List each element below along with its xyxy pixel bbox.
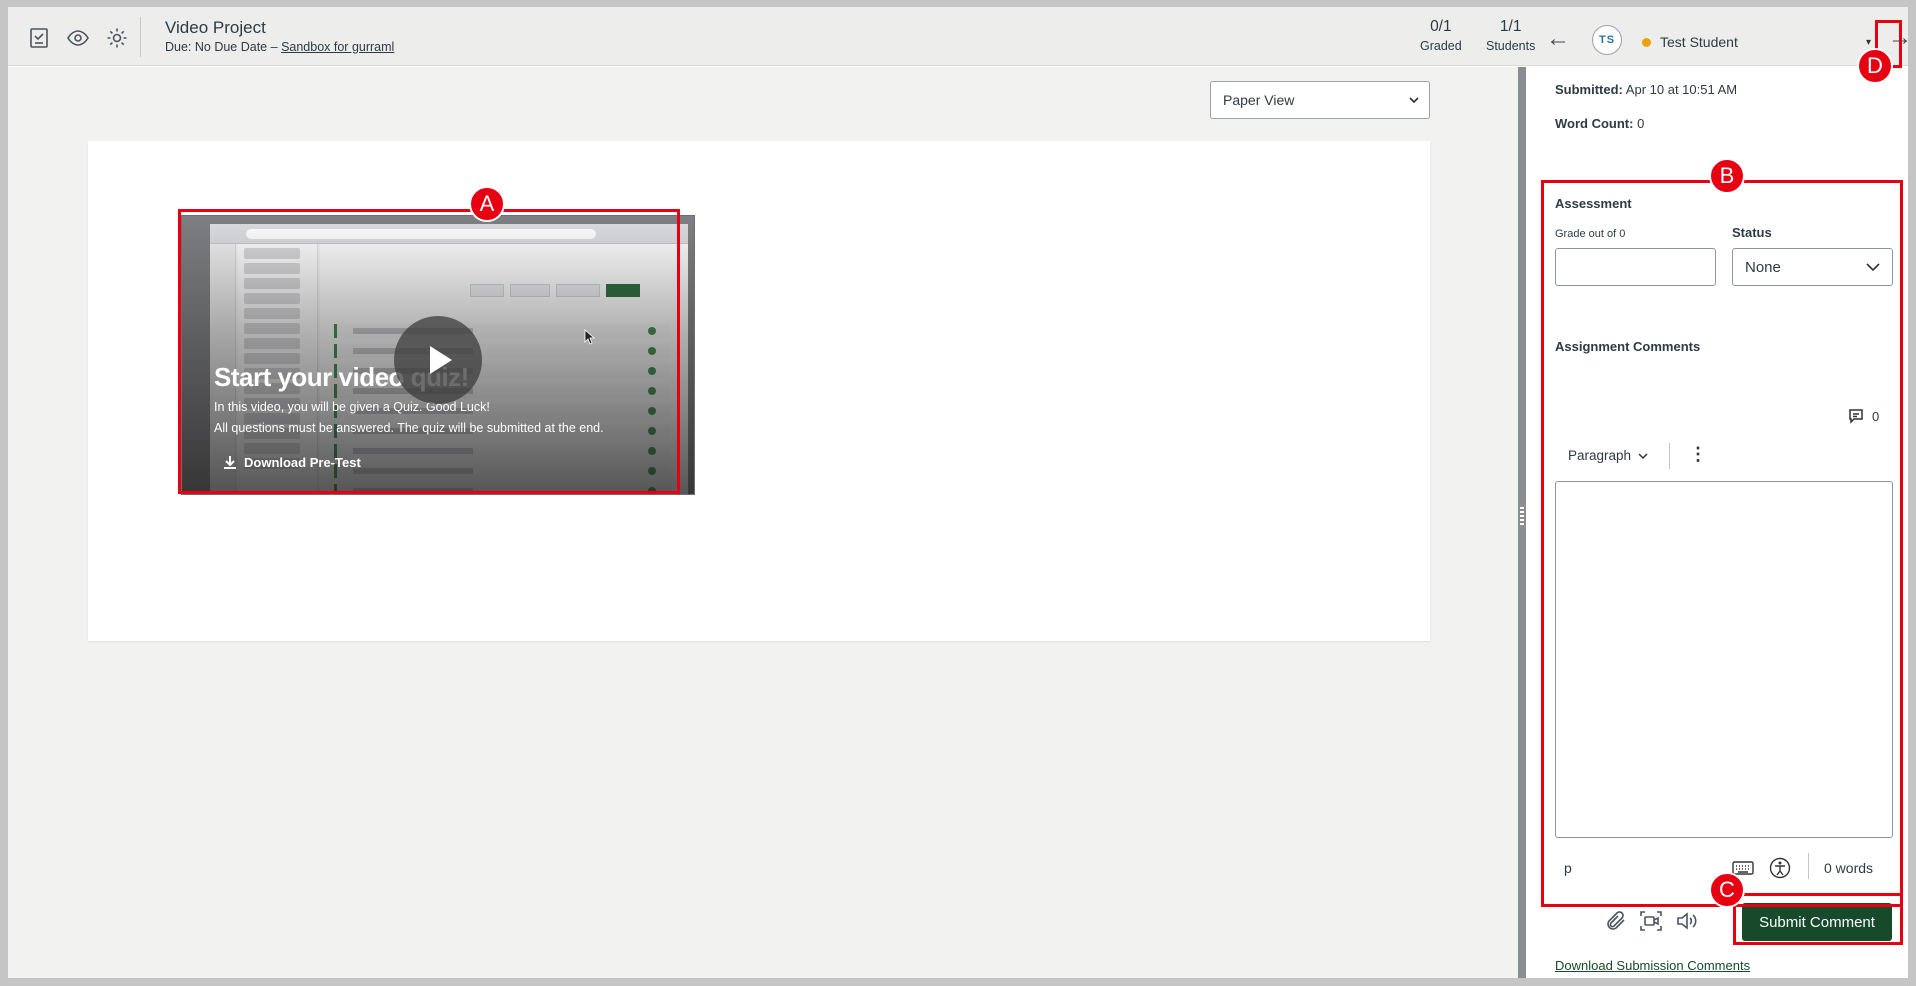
assignment-due: Due: No Due Date – Sandbox for gurraml [165,40,394,54]
header-divider [140,17,141,57]
gear-icon[interactable] [104,25,130,51]
view-mode-select[interactable]: Paper View [1210,81,1430,119]
student-avatar: TS [1592,25,1622,55]
course-link[interactable]: Sandbox for gurraml [281,40,394,54]
download-submission-comments-link[interactable]: Download Submission Comments [1555,958,1750,973]
student-selector[interactable]: Test Student [1660,34,1738,50]
student-status-dot [1642,38,1651,47]
previous-student-button[interactable]: ← [1546,25,1570,53]
chevron-down-icon [1409,97,1419,104]
annotation-label-d: D [1857,48,1893,84]
annotation-box-b [1541,180,1903,907]
graded-stat: 0/1 Graded [1420,18,1462,53]
annotation-box-c [1733,893,1903,945]
students-stat: 1/1 Students [1486,18,1535,53]
submission-viewer: Paper View Start your video quiz! In thi… [8,67,1518,978]
resize-grip-icon[interactable] [1520,507,1524,527]
eye-icon[interactable] [65,25,91,51]
view-mode-value: Paper View [1223,92,1295,108]
word-count-info: Word Count: 0 [1555,116,1644,131]
annotation-label-c: C [1709,872,1745,908]
word-count-label: Word Count: [1555,116,1634,131]
due-text: Due: No Due Date [165,40,268,54]
submitted-label: Submitted: [1555,82,1623,97]
chevron-down-icon[interactable]: ▾ [1866,37,1871,48]
graded-label: Graded [1420,39,1462,53]
students-label: Students [1486,39,1536,53]
submitted-info: Submitted: Apr 10 at 10:51 AM [1555,82,1737,97]
submitted-value: Apr 10 at 10:51 AM [1625,82,1738,97]
annotation-box-a [178,209,680,494]
assignment-title: Video Project [165,18,266,37]
due-separator: – [270,40,278,54]
speaker-icon[interactable] [1675,909,1701,935]
word-count-value: 0 [1637,116,1645,131]
annotation-label-b: B [1709,158,1745,194]
speedgrader-header: Video Project Due: No Due Date – Sandbox… [8,7,1908,66]
app-window: Video Project Due: No Due Date – Sandbox… [0,0,1916,986]
media-record-icon[interactable] [1639,909,1665,935]
graded-value: 0/1 [1430,18,1452,35]
gradebook-icon[interactable] [26,25,52,51]
students-value: 1/1 [1499,18,1522,35]
paperclip-icon[interactable] [1604,909,1630,935]
annotation-label-a: A [469,186,505,222]
